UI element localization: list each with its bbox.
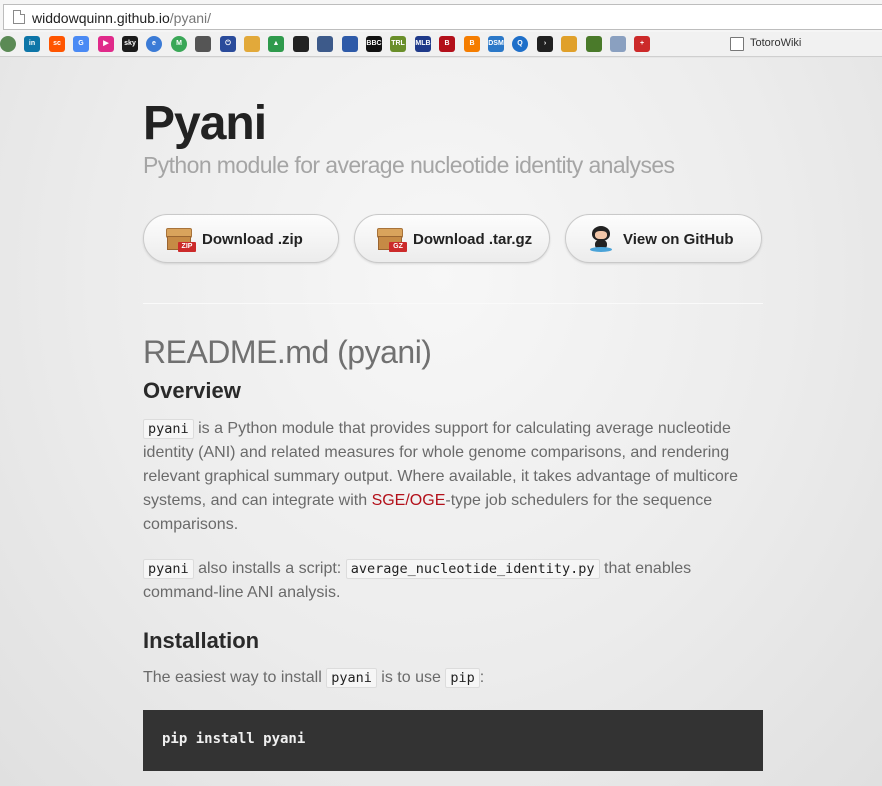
download-zip-button[interactable]: ZIP Download .zip: [143, 214, 339, 263]
sge-oge-link[interactable]: SGE/OGE: [372, 492, 446, 509]
stripes-icon[interactable]: [586, 36, 602, 52]
script-text-start: also installs a script:: [193, 560, 346, 577]
script-paragraph: pyani also installs a script: average_nu…: [143, 557, 743, 605]
trl-icon[interactable]: TRL: [390, 36, 406, 52]
power-icon[interactable]: ⏻: [220, 36, 236, 52]
inline-code: pip: [445, 668, 480, 688]
page-subtitle: Python module for average nucleotide ide…: [143, 152, 675, 178]
gz-archive-icon: GZ: [377, 228, 407, 252]
url-text[interactable]: widdowquinn.github.io/pyani/: [32, 10, 211, 26]
maps-icon[interactable]: M: [171, 36, 187, 52]
red-sox-icon[interactable]: B: [439, 36, 455, 52]
plex-icon[interactable]: ›: [537, 36, 553, 52]
page-icon: [13, 10, 25, 24]
dsm-icon[interactable]: DSM: [488, 36, 504, 52]
google-translate-icon[interactable]: G: [73, 36, 89, 52]
linkedin-icon[interactable]: in: [24, 36, 40, 52]
inline-code: average_nucleotide_identity.py: [345, 559, 600, 579]
overview-heading: Overview: [143, 378, 241, 403]
install-command: pip install pyani: [162, 731, 306, 747]
zip-archive-icon: ZIP: [166, 228, 196, 252]
octocat-icon: [590, 226, 612, 252]
download-targz-button[interactable]: GZ Download .tar.gz: [354, 214, 550, 263]
folder-icon: [730, 37, 744, 51]
gz-tag: GZ: [389, 242, 407, 252]
zip-tag: ZIP: [178, 242, 196, 252]
bookmarks-bar: + › Q DSM B B MLB TRL BBC ▲ ⏻ Me sky ▶ Gsc in TotoroWik…: [0, 32, 882, 57]
divider: [143, 303, 763, 304]
download-targz-label: Download .tar.gz: [413, 231, 533, 248]
url-field[interactable]: widdowquinn.github.io/pyani/: [3, 4, 882, 30]
page-content: Pyani Python module for average nucleoti…: [0, 58, 882, 786]
overview-paragraph: pyani is a Python module that provides s…: [143, 417, 743, 537]
bbc-icon[interactable]: BBC: [366, 36, 382, 52]
download-zip-label: Download .zip: [202, 231, 303, 248]
apple-icon[interactable]: [195, 36, 211, 52]
people-icon[interactable]: [342, 36, 358, 52]
github-icon[interactable]: [293, 36, 309, 52]
inline-code: pyani: [143, 559, 194, 579]
install-paragraph: The easiest way to install pyani is to u…: [143, 666, 743, 690]
url-path: /pyani/: [169, 10, 212, 26]
weather-icon[interactable]: [561, 36, 577, 52]
inline-code: pyani: [326, 668, 377, 688]
install-text-end: :: [479, 669, 485, 686]
blogger-icon[interactable]: B: [464, 36, 480, 52]
soundcloud-icon[interactable]: sc: [49, 36, 65, 52]
sky-icon[interactable]: sky: [122, 36, 138, 52]
bookmark-totorowiki[interactable]: TotoroWiki: [750, 37, 801, 49]
bucket-icon[interactable]: [317, 36, 333, 52]
inline-code: pyani: [143, 419, 194, 439]
install-text-start: The easiest way to install: [143, 669, 327, 686]
readme-title: README.md (pyani): [143, 334, 432, 370]
page-title: Pyani: [143, 97, 267, 150]
install-text-middle: is to use: [376, 669, 446, 686]
puzzle-icon[interactable]: [0, 36, 16, 52]
drive-icon[interactable]: ▲: [268, 36, 284, 52]
code-block: pip install pyani: [143, 710, 763, 771]
browser-icon[interactable]: e: [146, 36, 162, 52]
address-bar: widdowquinn.github.io/pyani/: [0, 0, 882, 32]
q-icon[interactable]: Q: [512, 36, 528, 52]
url-host: widdowquinn.github.io: [32, 10, 170, 26]
view-on-github-label: View on GitHub: [623, 231, 734, 248]
installation-heading: Installation: [143, 628, 260, 653]
mlb-icon[interactable]: MLB: [415, 36, 431, 52]
bulb-icon[interactable]: [610, 36, 626, 52]
box-icon[interactable]: [244, 36, 260, 52]
play-icon[interactable]: ▶: [98, 36, 114, 52]
view-on-github-button[interactable]: View on GitHub: [565, 214, 762, 263]
cross-icon[interactable]: +: [634, 36, 650, 52]
